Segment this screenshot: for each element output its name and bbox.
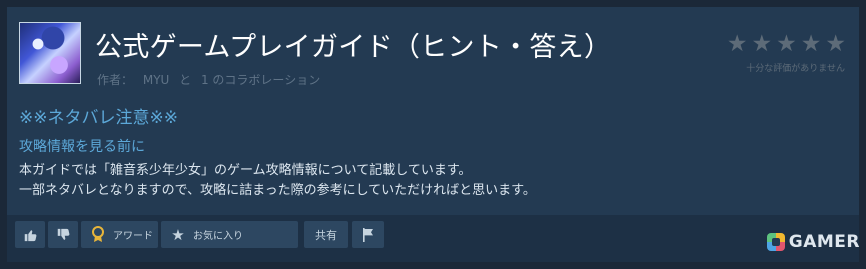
star-icon: ★	[726, 31, 748, 57]
favorite-button[interactable]: ★ お気に入り	[161, 221, 298, 248]
award-button[interactable]: アワード	[81, 221, 158, 248]
share-label: 共有	[315, 228, 337, 242]
section-heading: 攻略情報を見る前に	[19, 139, 145, 155]
guide-header: 公式ゲームプレイガイド（ヒント・答え） 作者： MYU と 1 のコラボレーショ…	[19, 15, 847, 95]
thumbs-down-button[interactable]	[48, 221, 78, 248]
award-label: アワード	[113, 231, 153, 242]
author-line: 作者： MYU と 1 のコラボレーション	[97, 71, 326, 88]
star-icon: ★	[776, 31, 797, 57]
thumbs-up-button[interactable]	[15, 221, 45, 248]
share-button[interactable]: 共有	[304, 221, 348, 248]
favorite-star-icon: ★	[171, 225, 185, 244]
guide-title: 公式ゲームプレイガイド（ヒント・答え）	[95, 32, 612, 63]
favorite-label: お気に入り	[193, 231, 243, 242]
description-line-2: 一部ネタバレとなりますので、攻略に詰まった際の参考にしていただければと思います。	[19, 183, 536, 198]
gamer-logo-text: GAMER	[788, 232, 860, 252]
star-icon: ★	[751, 31, 773, 57]
flag-icon	[363, 227, 373, 242]
author-prefix: 作者：	[97, 73, 134, 87]
gamer-watermark: GAMER	[766, 232, 860, 252]
collaboration-link[interactable]: 1 のコラボレーション	[201, 73, 320, 87]
spoiler-warning: ※※ネタバレ注意※※	[19, 108, 178, 128]
thumbs-down-icon	[57, 228, 70, 240]
award-icon	[89, 226, 107, 243]
gamer-logo-icon	[766, 233, 785, 251]
star-icon: ★	[825, 31, 846, 57]
rating-stars: ★ ★ ★ ★ ★	[727, 33, 846, 56]
guide-description: ※※ネタバレ注意※※ 攻略情報を見る前に 本ガイドでは「雑音系少年少女」のゲーム…	[19, 107, 847, 201]
description-line-1: 本ガイドでは「雑音系少年少女」のゲーム攻略情報について記載しています。	[19, 163, 472, 178]
rating-note: 十分な評価がありません	[746, 64, 845, 74]
report-button[interactable]	[352, 221, 384, 248]
author-link[interactable]: MYU	[143, 73, 169, 87]
thumbs-up-icon	[24, 229, 37, 241]
guide-thumbnail	[19, 22, 81, 84]
star-icon: ★	[800, 31, 822, 57]
author-conjunction: と	[179, 73, 192, 87]
